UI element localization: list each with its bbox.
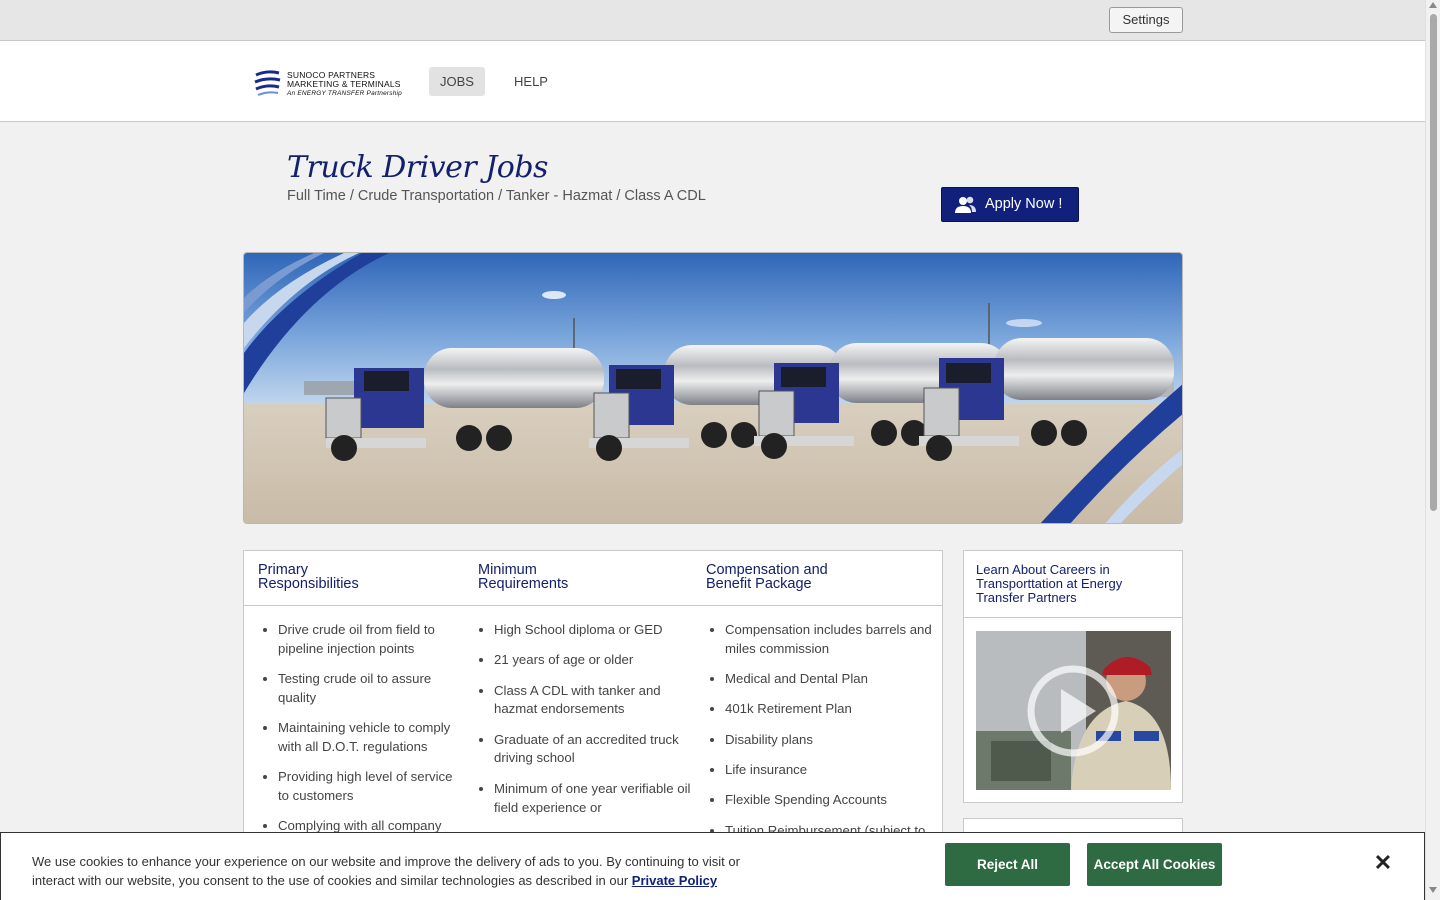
list-item: Minimum of one year verifiable oil field… [494, 780, 699, 818]
panel-header: Primary Responsibilities Minimum Require… [244, 551, 942, 606]
video-thumbnail[interactable] [976, 631, 1171, 790]
hero-image [243, 252, 1183, 524]
heading-line: Benefit Package [706, 576, 812, 592]
people-icon [955, 196, 976, 213]
list-item: Maintaining vehicle to comply with all D… [278, 719, 463, 757]
settings-button[interactable]: Settings [1109, 7, 1183, 33]
nav-item-jobs[interactable]: JOBS [429, 67, 485, 96]
responsibilities-heading: Primary Responsibilities [258, 562, 359, 592]
logo-line-2: MARKETING & TERMINALS [287, 79, 401, 89]
tanker-trucks-image [244, 253, 1182, 523]
reject-all-button[interactable]: Reject All [945, 843, 1070, 886]
video-preview-image [976, 631, 1171, 790]
vertical-scrollbar[interactable] [1425, 0, 1440, 900]
benefits-heading: Compensation and Benefit Package [706, 562, 828, 592]
close-icon[interactable]: ✕ [1371, 851, 1395, 875]
list-item: Medical and Dental Plan [725, 670, 935, 689]
list-item: 21 years of age or older [494, 651, 699, 670]
list-item: Disability plans [725, 731, 935, 750]
list-item: Compensation includes barrels and miles … [725, 621, 935, 659]
list-item: Life insurance [725, 761, 935, 780]
requirements-list: High School diploma or GED 21 years of a… [474, 621, 699, 829]
video-card-header: Learn About Careers in Transporttation a… [964, 551, 1182, 618]
navigation-bar: SUNOCO PARTNERS MARKETING & TERMINALS An… [0, 41, 1425, 122]
page-title: Truck Driver Jobs [287, 150, 548, 185]
list-item: Providing high level of service to custo… [278, 768, 463, 806]
privacy-policy-link[interactable]: Private Policy [632, 873, 717, 888]
list-item: Testing crude oil to assure quality [278, 670, 463, 708]
logo-text: SUNOCO PARTNERS MARKETING & TERMINALS An… [287, 71, 402, 98]
heading-line: Compensation and [706, 562, 828, 578]
requirements-heading: Minimum Requirements [478, 562, 569, 592]
heading-line: Requirements [478, 576, 569, 592]
cookie-banner: We use cookies to enhance your experienc… [0, 832, 1425, 900]
heading-line: Primary [258, 562, 308, 578]
video-card-title[interactable]: Learn About Careers in Transporttation a… [976, 563, 1171, 605]
company-logo[interactable]: SUNOCO PARTNERS MARKETING & TERMINALS An… [253, 67, 403, 101]
cookie-message: We use cookies to enhance your experienc… [32, 852, 772, 890]
responsibilities-list: Drive crude oil from field to pipeline i… [258, 621, 463, 848]
nav-item-help[interactable]: HELP [506, 67, 556, 96]
logo-line-3: An ENERGY TRANSFER Partnership [287, 90, 402, 97]
list-item: Drive crude oil from field to pipeline i… [278, 621, 463, 659]
careers-video-card: Learn About Careers in Transporttation a… [963, 550, 1183, 803]
list-item: 401k Retirement Plan [725, 700, 935, 719]
list-item: Graduate of an accredited truck driving … [494, 731, 699, 769]
heading-line: Responsibilities [258, 576, 359, 592]
scroll-down-arrow-icon[interactable] [1429, 887, 1437, 893]
heading-line: Minimum [478, 562, 537, 578]
list-item: Flexible Spending Accounts [725, 791, 935, 810]
scroll-up-arrow-icon[interactable] [1429, 2, 1437, 8]
apply-now-label: Apply Now ! [985, 196, 1063, 212]
list-item: Class A CDL with tanker and hazmat endor… [494, 682, 699, 720]
accept-all-cookies-button[interactable]: Accept All Cookies [1087, 843, 1222, 886]
logo-mark-icon [254, 70, 281, 96]
benefits-list: Compensation includes barrels and miles … [705, 621, 935, 852]
job-subtitle: Full Time / Crude Transportation / Tanke… [287, 188, 706, 204]
top-bar: Settings [0, 0, 1425, 41]
job-details-panel: Primary Responsibilities Minimum Require… [243, 550, 943, 850]
list-item: High School diploma or GED [494, 621, 699, 640]
apply-now-button[interactable]: Apply Now ! [941, 187, 1079, 222]
scroll-thumb[interactable] [1430, 14, 1437, 511]
